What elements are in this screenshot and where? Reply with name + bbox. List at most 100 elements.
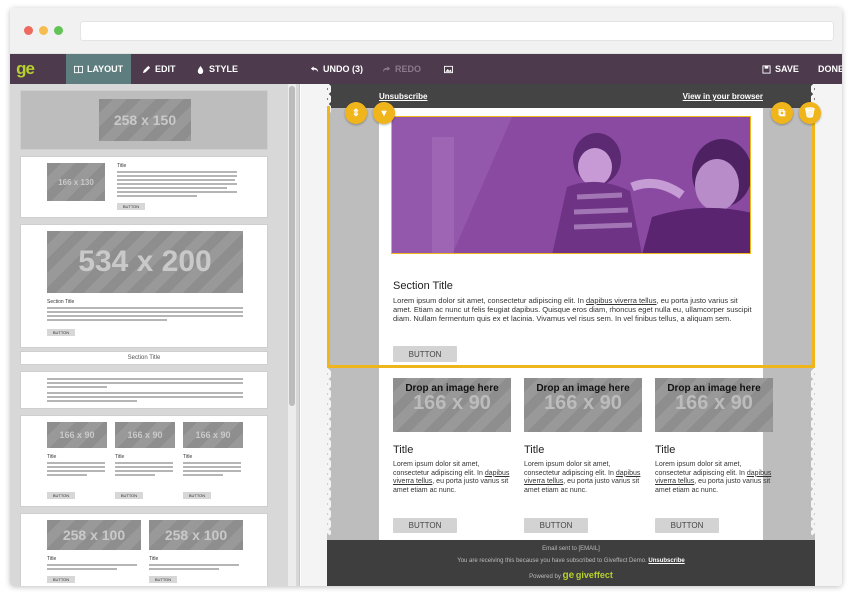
done-label: DONE xyxy=(818,64,842,74)
block-button: BUTTON xyxy=(115,492,143,499)
paragraph-text: Lorem ipsum dolor sit amet, consectetur … xyxy=(524,461,616,477)
text-line xyxy=(183,470,241,472)
block-button: BUTTON xyxy=(117,203,145,210)
duplicate-block-icon[interactable]: ⧉ xyxy=(771,102,793,124)
text-line xyxy=(47,466,105,468)
maximize-dot-icon[interactable] xyxy=(54,26,63,35)
column-button[interactable]: BUTTON xyxy=(393,518,457,533)
hero-image[interactable] xyxy=(391,116,751,254)
delete-block-icon[interactable]: 🗑 xyxy=(799,102,821,124)
tab-edit-label: EDIT xyxy=(155,64,176,74)
scrollbar-thumb[interactable] xyxy=(289,86,295,406)
footer-text: You are receiving this because you have … xyxy=(457,558,647,564)
panel-scrollbar[interactable] xyxy=(288,84,296,586)
redo-button[interactable]: REDO xyxy=(382,54,421,84)
close-dot-icon[interactable] xyxy=(24,26,33,35)
layout-block-section-title[interactable]: Section Title xyxy=(20,351,268,365)
section-paragraph[interactable]: Lorem ipsum dolor sit amet, consectetur … xyxy=(393,296,753,323)
text-line xyxy=(149,564,239,566)
tab-style[interactable]: STYLE xyxy=(196,54,238,84)
block-title: Title xyxy=(183,454,193,460)
text-line xyxy=(47,400,137,402)
column-title[interactable]: Title xyxy=(655,444,675,456)
paragraph-link[interactable]: dapibus viverra tellus xyxy=(586,296,656,305)
column-title[interactable]: Title xyxy=(524,444,544,456)
column-paragraph[interactable]: Lorem ipsum dolor sit amet, consectetur … xyxy=(393,461,511,495)
email-body: Section Title Lorem ipsum dolor sit amet… xyxy=(379,108,773,540)
undo-button[interactable]: UNDO (3) xyxy=(310,54,363,84)
image-placeholder: 166 x 90 xyxy=(115,422,175,448)
minimize-dot-icon[interactable] xyxy=(39,26,48,35)
save-button[interactable]: SAVE xyxy=(762,54,799,84)
undo-icon xyxy=(310,65,319,72)
tab-edit[interactable]: EDIT xyxy=(142,54,176,84)
block-title: Title xyxy=(47,454,57,460)
column-paragraph[interactable]: Lorem ipsum dolor sit amet, consectetur … xyxy=(655,461,773,495)
browser-window: ge LAYOUT EDIT STYLE UNDO (3) REDO SAVE xyxy=(10,8,842,586)
text-line xyxy=(47,378,243,380)
image-icon xyxy=(444,65,453,73)
column-title[interactable]: Title xyxy=(393,444,413,456)
giveffect-logo-icon: ge xyxy=(562,570,575,581)
text-line xyxy=(117,175,237,177)
layout-block-image-text[interactable]: 166 x 130 Title BUTTON xyxy=(20,156,268,218)
text-line xyxy=(47,315,243,317)
footer-unsubscribe-link[interactable]: Unsubscribe xyxy=(648,558,684,564)
redo-label: REDO xyxy=(395,64,422,74)
image-drop-zone[interactable]: 166 x 90 Drop an image here xyxy=(393,378,511,432)
block-button: BUTTON xyxy=(183,492,211,499)
view-in-browser-link[interactable]: View in your browser xyxy=(683,92,763,101)
text-line xyxy=(115,470,173,472)
drop-hint: Drop an image here xyxy=(536,383,630,394)
image-placeholder: 166 x 130 xyxy=(47,163,105,201)
block-title: Title xyxy=(117,163,127,169)
text-line xyxy=(183,462,241,464)
chevron-down-icon[interactable]: ▾ xyxy=(373,102,395,124)
image-placeholder: 166 x 90 xyxy=(413,392,491,414)
preview-button[interactable] xyxy=(444,54,453,84)
section-button[interactable]: BUTTON xyxy=(393,346,457,362)
text-line xyxy=(47,382,243,384)
text-line xyxy=(47,462,105,464)
text-line xyxy=(115,462,173,464)
tab-layout[interactable]: LAYOUT xyxy=(66,54,132,84)
text-line xyxy=(47,311,243,313)
layout-block-two-columns[interactable]: 258 x 100 258 x 100 Title Title BUTTON B… xyxy=(20,513,268,586)
layout-block-three-columns[interactable]: 166 x 90 166 x 90 166 x 90 Title Title T… xyxy=(20,415,268,507)
footer-powered-text: Powered by xyxy=(529,574,561,580)
layout-block-section[interactable]: 534 x 200 Section Title BUTTON xyxy=(20,224,268,348)
done-button[interactable]: DONE xyxy=(818,54,842,84)
column-3: 166 x 90 Drop an image here Title Lorem … xyxy=(655,378,773,543)
layout-block-text[interactable] xyxy=(20,371,268,409)
column-paragraph[interactable]: Lorem ipsum dolor sit amet, consectetur … xyxy=(524,461,642,495)
image-placeholder: 166 x 90 xyxy=(675,392,753,414)
tab-layout-label: LAYOUT xyxy=(87,64,124,74)
text-line xyxy=(47,474,87,476)
save-icon xyxy=(762,64,771,74)
email-canvas: Unsubscribe View in your browser Section… xyxy=(327,84,815,586)
tab-style-label: STYLE xyxy=(209,64,239,74)
text-line xyxy=(47,568,117,570)
image-placeholder: 166 x 90 xyxy=(183,422,243,448)
image-placeholder: 166 x 90 xyxy=(47,422,107,448)
browser-chrome xyxy=(10,8,842,54)
editor-toolbar: ge LAYOUT EDIT STYLE UNDO (3) REDO SAVE xyxy=(10,54,842,84)
layout-block-full-image[interactable]: 258 x 150 xyxy=(20,90,268,150)
image-drop-zone[interactable]: 166 x 90 Drop an image here xyxy=(655,378,773,432)
drop-hint: Drop an image here xyxy=(405,383,499,394)
footer-subscribe-line: You are receiving this because you have … xyxy=(327,558,815,564)
image-placeholder: 258 x 100 xyxy=(47,520,141,550)
image-drop-zone[interactable]: 166 x 90 Drop an image here xyxy=(524,378,642,432)
section-title[interactable]: Section Title xyxy=(393,280,453,292)
column-button[interactable]: BUTTON xyxy=(524,518,588,533)
text-line xyxy=(117,195,197,197)
address-bar[interactable] xyxy=(80,21,834,41)
move-block-icon[interactable]: ⇕ xyxy=(345,102,367,124)
column-button[interactable]: BUTTON xyxy=(655,518,719,533)
unsubscribe-link[interactable]: Unsubscribe xyxy=(379,92,427,101)
email-preview-area: Unsubscribe View in your browser Section… xyxy=(301,84,842,586)
text-line xyxy=(115,466,173,468)
right-zigzag-edge xyxy=(811,84,819,536)
pencil-icon xyxy=(142,65,151,73)
redo-icon xyxy=(382,65,391,72)
